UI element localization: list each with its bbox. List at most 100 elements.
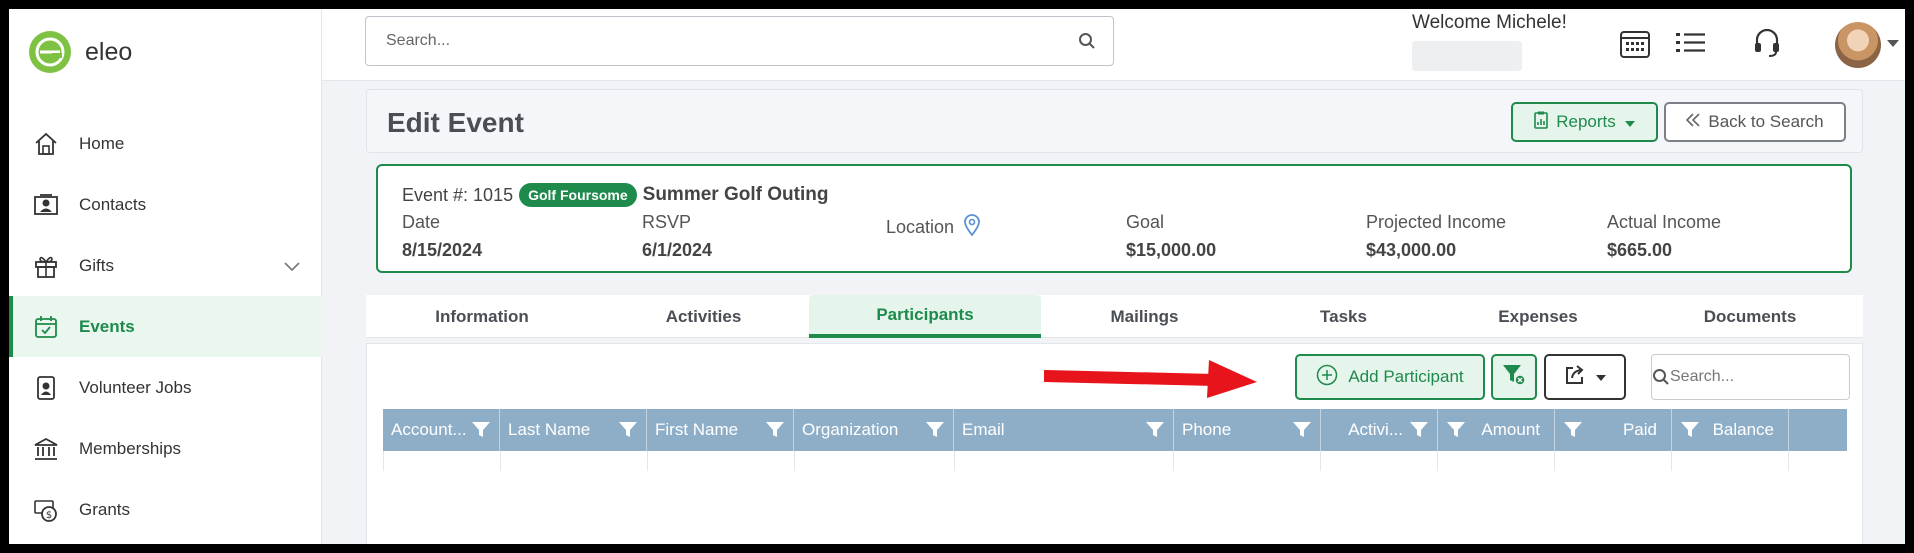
filter-icon[interactable] [925,422,945,438]
global-search [365,16,1114,66]
search-input[interactable] [366,17,1061,65]
sidebar-item-memberships[interactable]: Memberships [9,418,322,479]
double-chevron-left-icon [1686,112,1700,132]
page-header: Edit Event Reports Back to Search [366,89,1863,153]
sidebar: eleo Home Contacts Gifts Events Voluntee… [9,9,322,544]
tab-documents[interactable]: Documents [1637,295,1863,338]
tab-activities[interactable]: Activities [598,295,809,338]
sidebar-item-grants[interactable]: $ Grants [9,479,322,540]
column-header-amount[interactable]: Amount [1438,409,1555,451]
caret-down-icon[interactable] [1887,35,1899,53]
filter-icon[interactable] [471,422,491,438]
column-header-account[interactable]: Account... [383,409,500,451]
export-icon [1564,364,1586,391]
page-title: Edit Event [387,107,524,138]
column-header-balance[interactable]: Balance [1672,409,1789,451]
event-type-badge: Golf Foursome [519,183,637,207]
export-button[interactable] [1544,354,1626,400]
avatar[interactable] [1835,22,1881,68]
logo[interactable]: eleo [29,31,132,73]
tab-information[interactable]: Information [366,295,598,338]
home-icon [31,129,61,159]
calendar-check-icon [31,312,61,342]
search-icon[interactable] [1061,32,1113,50]
participants-panel: Add Participant Account... [366,343,1877,544]
redacted-org-name [1412,41,1522,71]
headset-icon[interactable] [1747,23,1787,63]
filter-icon[interactable] [1409,422,1429,438]
sidebar-item-label: Gifts [79,255,114,275]
event-number: Event #: 1015 [402,184,514,205]
tab-mailings[interactable]: Mailings [1041,295,1248,338]
annotation-arrow-icon [1044,360,1257,398]
sidebar-item-label: Events [79,316,135,336]
bank-icon [31,434,61,464]
clear-filter-button[interactable] [1491,354,1537,400]
search-icon [1652,368,1670,386]
grid-search [1651,354,1877,400]
app-name: eleo [85,37,133,66]
event-rsvp: RSVP 6/1/2024 [642,212,713,260]
caret-down-icon [1596,368,1606,386]
sidebar-item-label: Home [79,133,125,153]
participants-table-header: Account... Last Name First Name Organiza… [383,409,1847,451]
sidebar-item-contacts[interactable]: Contacts [9,174,322,235]
calendar-icon[interactable] [1615,23,1655,63]
event-location: Location [886,214,980,248]
chevron-down-icon[interactable] [284,257,300,277]
top-bar: Welcome Michele! [322,9,1905,81]
reports-label: Reports [1556,112,1616,131]
back-to-search-button[interactable]: Back to Search [1664,102,1846,142]
money-icon: $ [31,495,61,525]
filter-icon[interactable] [618,422,638,438]
filter-icon[interactable] [1680,422,1700,438]
badge-icon [31,373,61,403]
sidebar-item-label: Memberships [79,438,182,458]
filter-icon[interactable] [1292,422,1312,438]
sidebar-item-volunteer-jobs[interactable]: Volunteer Jobs [9,357,322,418]
tab-tasks[interactable]: Tasks [1248,295,1439,338]
welcome-message: Welcome Michele! [1412,12,1567,33]
event-summary-card: Event #: 1015 Golf Foursome Summer Golf … [376,164,1852,273]
back-label: Back to Search [1708,112,1824,131]
gift-icon [31,251,61,281]
contacts-icon [31,190,61,220]
sidebar-nav: Home Contacts Gifts Events Volunteer Job… [9,113,322,540]
add-participant-button[interactable]: Add Participant [1295,354,1485,400]
tab-expenses[interactable]: Expenses [1439,295,1637,338]
filter-icon[interactable] [765,422,785,438]
add-participant-label: Add Participant [1348,367,1464,386]
report-icon [1534,111,1549,134]
column-header-activities[interactable]: Activi... [1321,409,1438,451]
reports-button[interactable]: Reports [1511,102,1658,142]
sidebar-item-events[interactable]: Events [9,296,322,357]
sidebar-item-label: Volunteer Jobs [79,377,192,397]
svg-text:$: $ [46,510,52,521]
column-header-email[interactable]: Email [954,409,1174,451]
event-projected-income: Projected Income $43,000.00 [1366,212,1507,260]
filter-icon[interactable] [1446,422,1466,438]
filter-icon[interactable] [1145,422,1165,438]
filter-icon[interactable] [1563,422,1583,438]
tab-participants[interactable]: Participants [809,295,1041,338]
column-header-actions [1789,409,1847,451]
event-title-line: Event #: 1015 Golf Foursome Summer Golf … [402,183,828,207]
table-row [383,451,1847,471]
event-date: Date 8/15/2024 [402,212,483,260]
plus-circle-icon [1316,364,1338,391]
column-header-last-name[interactable]: Last Name [500,409,647,451]
grid-search-input[interactable] [1670,355,1877,399]
list-icon[interactable] [1671,23,1711,63]
column-header-organization[interactable]: Organization [794,409,954,451]
map-pin-icon[interactable] [964,214,980,241]
column-header-phone[interactable]: Phone [1174,409,1321,451]
sidebar-item-label: Grants [79,499,131,519]
event-tabs: Information Activities Participants Mail… [366,295,1863,338]
column-header-first-name[interactable]: First Name [647,409,794,451]
column-header-paid[interactable]: Paid [1555,409,1672,451]
sidebar-item-gifts[interactable]: Gifts [9,235,322,296]
caret-down-icon [1624,112,1635,132]
app-window: eleo Home Contacts Gifts Events Voluntee… [9,9,1905,544]
sidebar-item-home[interactable]: Home [9,113,322,174]
event-goal: Goal $15,000.00 [1126,212,1217,260]
